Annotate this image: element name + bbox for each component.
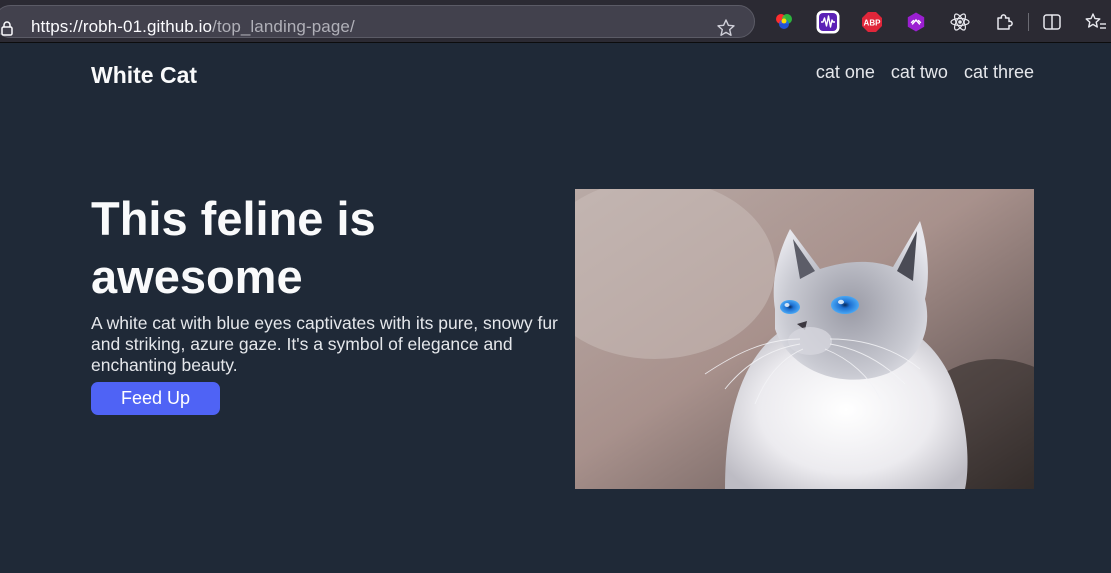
react-devtools-icon[interactable] [949, 11, 971, 33]
nav-link-cat-one[interactable]: cat one [816, 62, 875, 83]
feed-up-button[interactable]: Feed Up [91, 382, 220, 415]
toolbar-separator [1028, 13, 1029, 31]
nav-link-cat-two[interactable]: cat two [891, 62, 948, 83]
url-text[interactable]: https://robh-01.github.io/top_landing-pa… [31, 17, 355, 37]
cat-photo [575, 189, 1034, 489]
site-title[interactable]: White Cat [91, 62, 197, 89]
reader-view-icon[interactable] [1041, 11, 1063, 33]
main-nav: cat one cat two cat three [816, 62, 1034, 83]
lock-icon[interactable] [0, 20, 14, 36]
adblock-plus-icon[interactable]: ABP [861, 11, 883, 33]
color-picker-icon[interactable] [773, 11, 795, 33]
sound-wave-icon[interactable] [816, 10, 840, 34]
address-bar[interactable]: https://robh-01.github.io/top_landing-pa… [0, 5, 755, 38]
nav-link-cat-three[interactable]: cat three [964, 62, 1034, 83]
url-host: https://robh-01.github.io [31, 17, 213, 36]
hero-description: A white cat with blue eyes captivates wi… [91, 313, 558, 375]
bookmark-star-icon[interactable] [716, 18, 736, 38]
puzzle-icon[interactable] [993, 11, 1015, 33]
cat-illustration [575, 189, 1034, 489]
url-path: /top_landing-page/ [212, 17, 355, 36]
abp-label: ABP [864, 19, 882, 28]
infinity-icon[interactable] [905, 11, 927, 33]
hero-title: This feline is awesome [91, 192, 376, 303]
browser-toolbar: https://robh-01.github.io/top_landing-pa… [0, 0, 1111, 43]
bookmarks-icon[interactable] [1085, 11, 1107, 33]
